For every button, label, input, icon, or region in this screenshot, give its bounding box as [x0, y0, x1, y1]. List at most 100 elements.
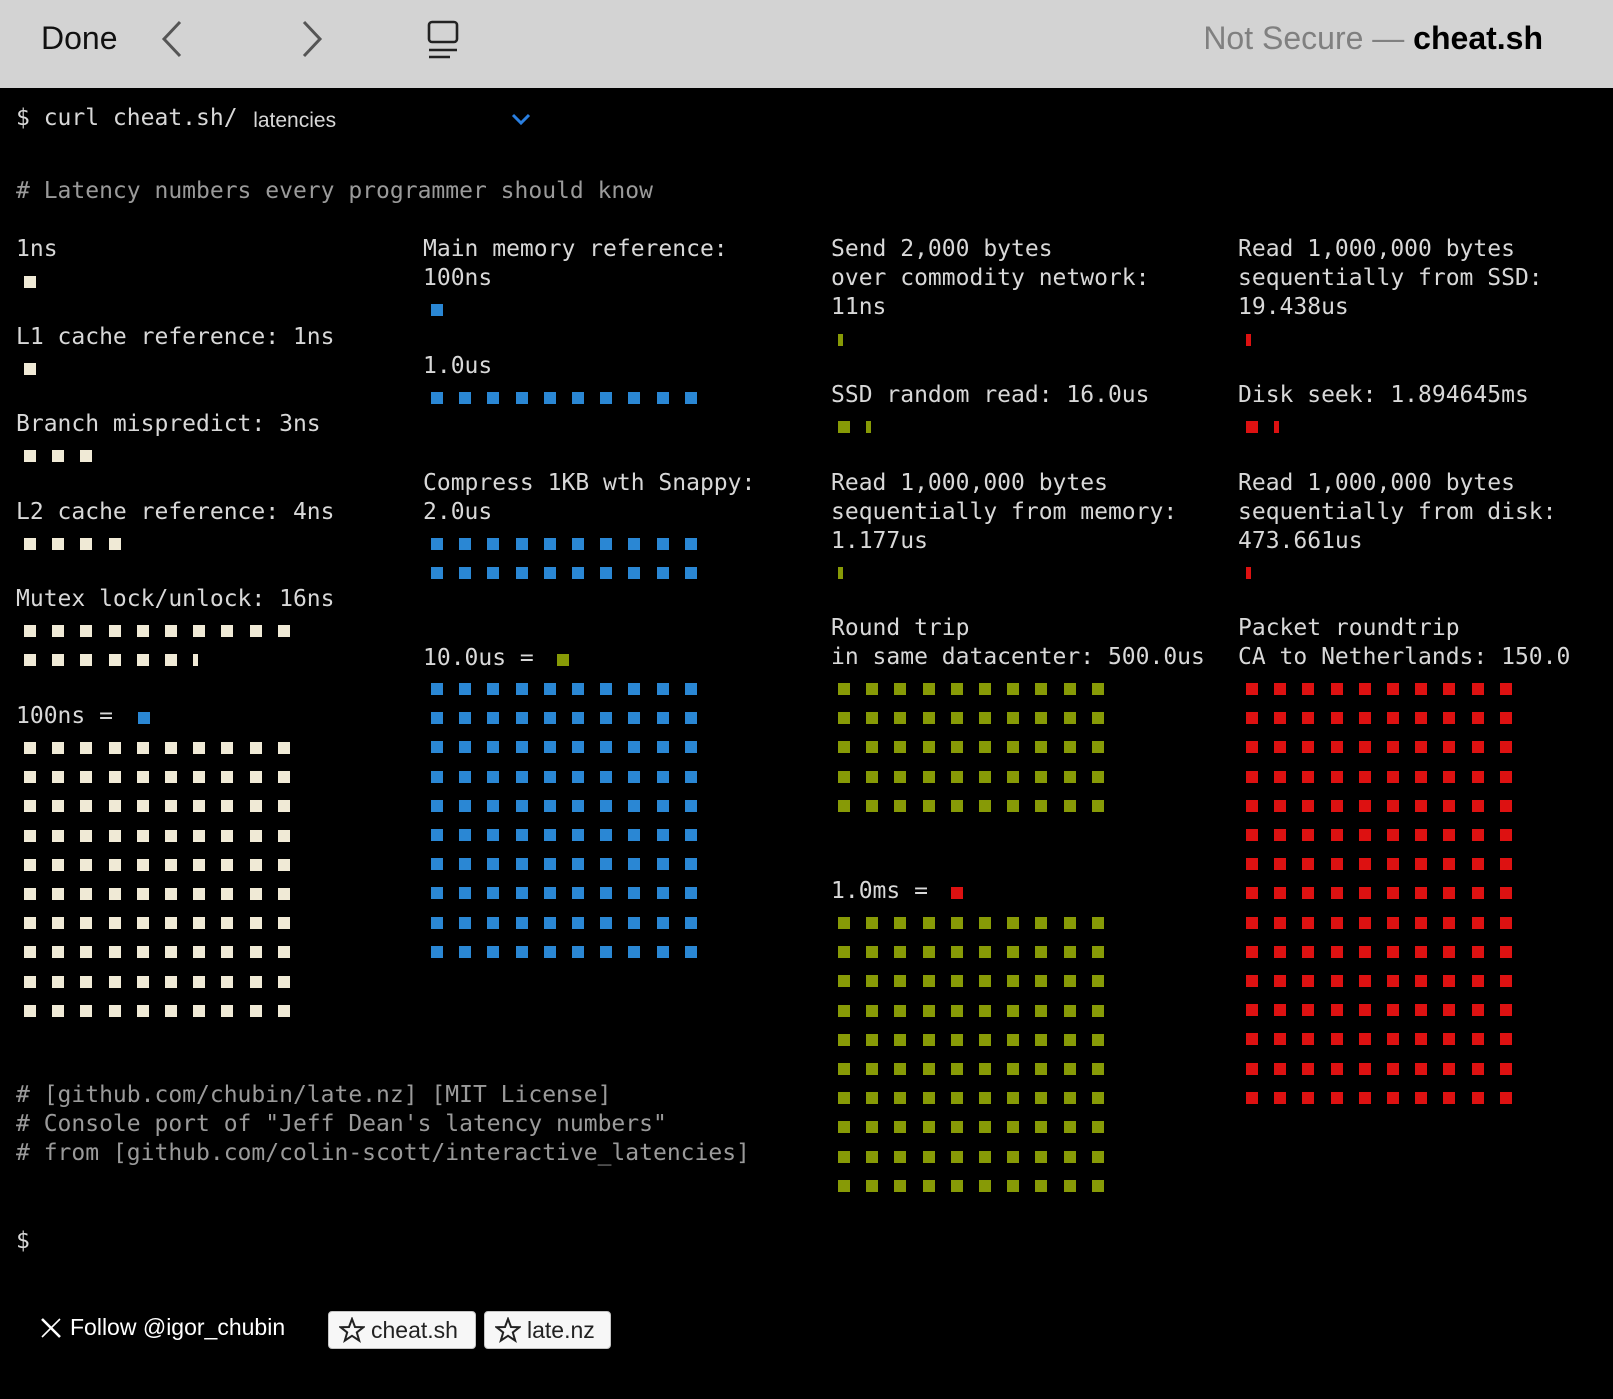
latency-square	[1358, 770, 1371, 783]
latency-square	[1499, 1033, 1512, 1046]
latency-square	[838, 770, 850, 783]
latency-square	[1443, 1004, 1456, 1017]
latency-square	[684, 945, 697, 958]
latency-square	[1387, 1062, 1399, 1075]
latency-square	[894, 1033, 907, 1046]
latency-square	[1246, 712, 1258, 725]
latency-square	[1387, 741, 1399, 754]
latency-square	[24, 888, 36, 900]
star-cheat-sh-button[interactable]: cheat.sh	[328, 1311, 476, 1349]
page-title: Not Secure — cheat.sh	[1203, 20, 1543, 57]
latency-square	[136, 946, 149, 959]
latency-square	[600, 799, 613, 812]
latency-square	[1330, 975, 1343, 987]
latency-square	[1499, 799, 1512, 812]
latency-square	[950, 1092, 963, 1105]
latency-square	[1443, 858, 1456, 871]
reader-view-icon[interactable]	[426, 20, 460, 60]
latency-square	[277, 771, 290, 784]
latency-square	[487, 829, 500, 841]
latency-square	[600, 567, 613, 580]
latency-square	[1415, 1004, 1428, 1017]
forward-icon[interactable]	[298, 18, 326, 60]
latency-square	[80, 858, 93, 871]
latency-square	[1358, 1062, 1371, 1075]
label-send-bytes: Send 2,000 bytes	[831, 236, 1053, 262]
topic-select[interactable]: latencies	[247, 105, 532, 135]
latency-square	[1035, 917, 1048, 929]
back-icon[interactable]	[158, 18, 186, 60]
latency-square	[1063, 1004, 1076, 1017]
latency-square	[1387, 770, 1399, 783]
latency-square	[1415, 741, 1428, 754]
latency-square	[950, 799, 963, 812]
latency-square	[1035, 712, 1048, 725]
footer-comment-port: # Console port of "Jeff Dean's latency n…	[16, 1111, 667, 1137]
latency-square	[628, 683, 641, 695]
label-main-memory: Main memory reference:	[423, 236, 728, 262]
label-ssd-random: SSD random read: 16.0us	[831, 382, 1150, 408]
latency-square	[80, 975, 93, 988]
latency-square	[431, 304, 443, 316]
latency-square	[1443, 887, 1456, 900]
label-send-value: 11ns	[831, 294, 887, 320]
latency-square	[656, 887, 669, 900]
latency-square	[1063, 683, 1076, 695]
latency-square	[838, 683, 850, 695]
latency-square	[572, 538, 584, 550]
latency-square	[543, 741, 556, 754]
latency-square	[894, 1121, 907, 1134]
done-button[interactable]: Done	[41, 20, 118, 57]
latency-square	[684, 858, 697, 871]
latency-square	[922, 712, 935, 725]
latency-square	[866, 799, 879, 812]
latency-square	[1274, 975, 1287, 987]
latency-square	[600, 887, 613, 900]
latency-square	[1035, 1150, 1048, 1163]
latency-square	[1443, 829, 1456, 841]
latency-square	[165, 1004, 177, 1017]
follow-twitter-button[interactable]: Follow @igor_chubin	[40, 1314, 285, 1341]
latency-square	[1063, 1092, 1076, 1105]
label-mutex: Mutex lock/unlock: 16ns	[16, 586, 335, 612]
latency-square	[431, 799, 443, 812]
latency-square	[838, 567, 843, 579]
latency-square	[24, 829, 36, 842]
latency-square	[1499, 916, 1512, 929]
latency-square	[221, 800, 234, 813]
latency-square	[950, 1121, 963, 1134]
label-100ns: 100ns =	[16, 703, 113, 729]
latency-square	[628, 770, 641, 783]
latency-square	[950, 946, 963, 959]
latency-square	[866, 917, 879, 929]
latency-square	[1415, 975, 1428, 987]
latency-square	[515, 392, 528, 404]
latency-square	[1387, 1033, 1399, 1046]
latency-square	[838, 1004, 850, 1017]
latency-square	[1091, 1092, 1104, 1105]
latency-square	[656, 799, 669, 812]
latency-square	[221, 742, 234, 754]
latency-square	[894, 741, 907, 754]
latency-square	[572, 858, 584, 871]
latency-square	[1246, 567, 1251, 579]
latency-square	[431, 538, 443, 550]
latency-square	[165, 800, 177, 813]
latency-square	[1358, 916, 1371, 929]
latency-square	[1246, 916, 1258, 929]
latency-square	[1471, 858, 1484, 871]
star-icon	[495, 1317, 521, 1343]
latency-square	[600, 741, 613, 754]
latency-square	[277, 1004, 290, 1017]
latency-square	[543, 770, 556, 783]
latency-square	[1415, 683, 1428, 695]
star-late-nz-button[interactable]: late.nz	[484, 1311, 611, 1349]
latency-square	[487, 538, 500, 550]
latency-square	[894, 770, 907, 783]
latency-square	[193, 829, 206, 842]
label-read-disk-value: 473.661us	[1238, 528, 1363, 554]
latency-square	[950, 1150, 963, 1163]
latency-square	[543, 858, 556, 871]
latency-square	[193, 742, 206, 754]
latency-square	[1302, 712, 1315, 725]
